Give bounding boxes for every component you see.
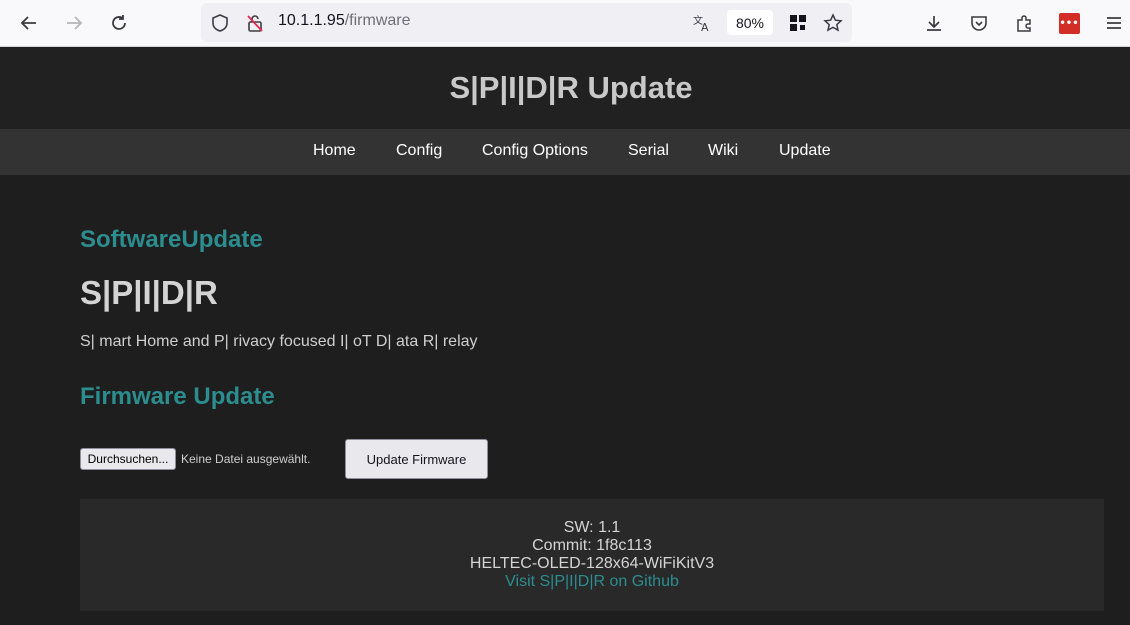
url-text[interactable]: 10.1.1.95/firmware: [278, 12, 411, 30]
nav-update[interactable]: Update: [779, 142, 831, 160]
puzzle-piece-icon: [1017, 15, 1031, 32]
nav-serial[interactable]: Serial: [628, 142, 669, 160]
pocket-button[interactable]: [964, 8, 994, 38]
footer-board: HELTEC-OLED-128x64-WiFiKitV3: [469, 555, 715, 572]
translate-button[interactable]: 文A: [688, 8, 718, 38]
footer-sw-version: SW: 1.1: [563, 519, 621, 536]
url-path: /firmware: [344, 12, 411, 29]
update-firmware-button[interactable]: Update Firmware: [345, 439, 488, 479]
qr-code-icon: [790, 15, 806, 31]
firmware-update-heading: Firmware Update: [80, 383, 275, 410]
nav-home[interactable]: Home: [313, 142, 356, 160]
translate-icon: 文A: [693, 14, 709, 33]
password-manager-icon: •••: [1058, 12, 1080, 34]
nav-wiki[interactable]: Wiki: [708, 142, 738, 160]
product-tagline: S| mart Home and P| rivacy focused I| oT…: [80, 333, 478, 350]
file-status-text: Keine Datei ausgewählt.: [181, 452, 311, 466]
tracking-protection-button[interactable]: [205, 8, 235, 38]
qr-code-button[interactable]: [783, 8, 813, 38]
footer-commit: Commit: 1f8c113: [532, 537, 652, 554]
page-title: S|P|I|D|R Update: [449, 70, 693, 105]
app-menu-button[interactable]: [1099, 8, 1129, 38]
bookmark-button[interactable]: [818, 8, 848, 38]
forward-button[interactable]: [59, 8, 89, 38]
downloads-button[interactable]: [919, 8, 949, 38]
back-button[interactable]: [14, 8, 44, 38]
footer-github-link-row: Visit S|P|I|D|R on Github: [80, 573, 1104, 591]
reload-icon: [112, 15, 126, 30]
password-manager-extension[interactable]: •••: [1054, 8, 1084, 38]
back-arrow-icon: [20, 16, 36, 30]
insecure-lock-icon: [247, 15, 263, 32]
star-icon: [823, 13, 843, 32]
browser-toolbar: 10.1.1.95/firmware 文A 80% •••: [0, 0, 1130, 47]
nav-config[interactable]: Config: [396, 142, 442, 160]
zoom-level-button[interactable]: 80%: [727, 10, 773, 35]
extensions-button[interactable]: [1009, 8, 1039, 38]
file-browse-button[interactable]: Durchsuchen...: [80, 448, 176, 470]
connection-info-button[interactable]: [240, 8, 270, 38]
forward-arrow-icon: [67, 16, 83, 30]
nav-config-options[interactable]: Config Options: [482, 142, 588, 160]
github-link[interactable]: Visit S|P|I|D|R on Github: [505, 573, 679, 590]
software-update-heading: SoftwareUpdate: [80, 226, 263, 253]
svg-text:A: A: [701, 21, 709, 33]
product-name: S|P|I|D|R: [80, 274, 218, 311]
pocket-icon: [971, 16, 987, 31]
download-icon: [927, 16, 941, 31]
reload-button[interactable]: [104, 8, 134, 38]
hamburger-menu-icon: [1107, 17, 1121, 29]
url-host: 10.1.1.95: [278, 12, 345, 29]
shield-icon: [212, 14, 228, 32]
